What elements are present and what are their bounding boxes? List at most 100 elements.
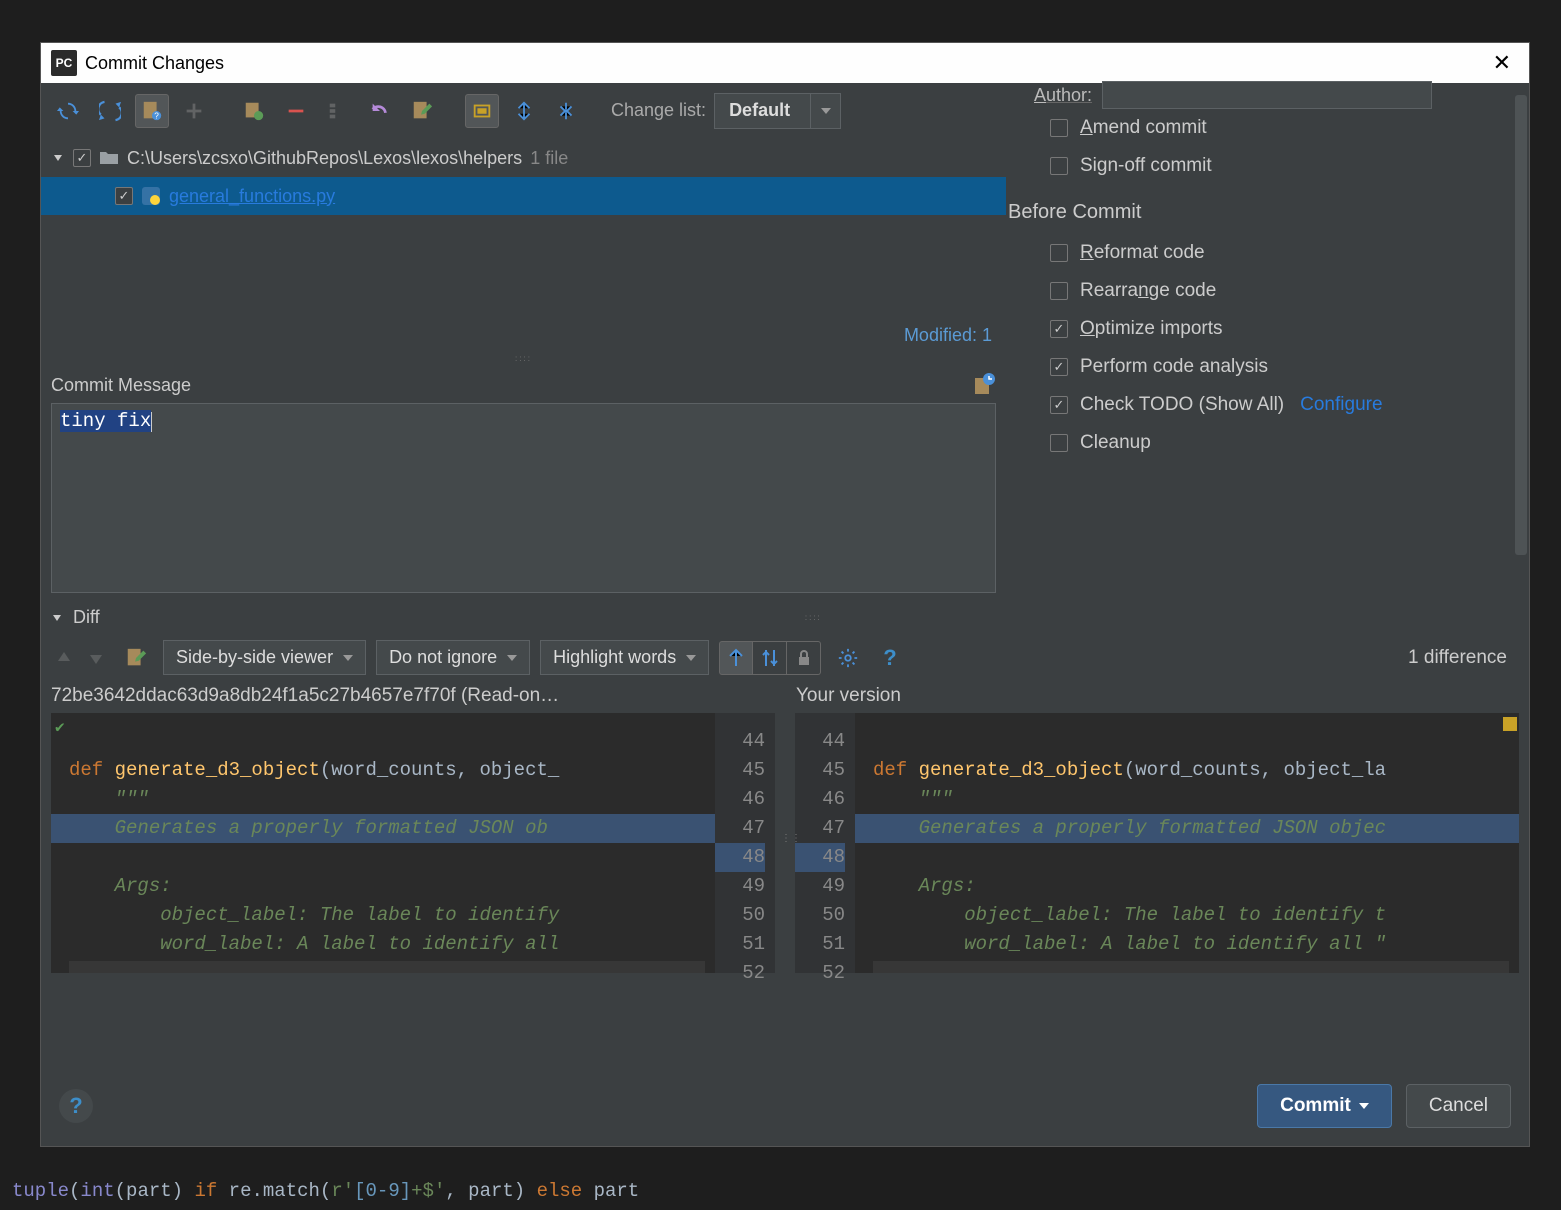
diff-left-pane[interactable]: def generate_d3_object(word_counts, obje… [51,713,715,973]
titlebar: PC Commit Changes ✕ [41,43,1529,83]
commit-button[interactable]: Commit [1257,1084,1392,1128]
file-name[interactable]: general_functions.py [169,186,335,207]
expand-all-icon[interactable] [465,94,499,128]
cleanup-label: Cleanup [1080,432,1151,454]
optimize-label: Optimize imports [1080,318,1223,340]
edit-source-icon[interactable] [405,94,439,128]
diff-gutter: ⋮⋮ [775,713,795,973]
diff-left-title: 72be3642ddac63d9a8db24f1a5c27b4657e7f70f… [51,685,746,707]
chevron-down-icon [343,655,353,661]
author-label: Author: [1034,85,1092,106]
author-input[interactable] [1102,81,1432,109]
optimize-checkbox[interactable] [1050,320,1068,338]
horizontal-scrollbar[interactable] [69,961,705,973]
help-button[interactable]: ? [59,1089,93,1123]
code-token: def [69,759,115,781]
rearrange-label: Rearrange code [1080,280,1216,302]
drag-gutter-icon[interactable]: ⋮⋮ [781,833,801,845]
change-list-value: Default [729,100,790,121]
reformat-checkbox[interactable] [1050,244,1068,262]
diff-icon[interactable]: ? [135,94,169,128]
code-token: Generates a properly formatted JSON ob [69,817,548,839]
pycharm-logo-icon: PC [51,50,77,76]
horizontal-scrollbar[interactable] [873,961,1509,973]
analyze-checkbox[interactable] [1050,358,1068,376]
line-numbers-right: 444546474849505152 [795,713,855,973]
resize-handle-icon[interactable]: :::: [41,352,1006,365]
add-icon [177,94,211,128]
background-editor [0,0,8,8]
code-token: """ [873,788,953,810]
prev-diff-icon[interactable] [51,645,77,671]
code-token: (word_counts, object_la [1124,759,1386,781]
code-token: Generates a properly formatted JSON obje… [873,817,1386,839]
commit-history-icon[interactable] [972,373,996,397]
close-icon[interactable]: ✕ [1485,46,1519,80]
commit-message-input[interactable]: tiny fix [51,403,996,593]
changelist-icon[interactable] [237,94,271,128]
revert-icon[interactable] [363,94,397,128]
chevron-down-icon [1359,1103,1369,1109]
sync-scroll-icon[interactable] [753,641,787,675]
analyze-label: Perform code analysis [1080,356,1268,378]
change-list-select[interactable]: Default [714,93,841,129]
signoff-label: Sign-off commit [1080,155,1212,177]
help-icon[interactable]: ? [875,645,904,671]
tree-file-row[interactable]: general_functions.py [41,177,1006,215]
remove-icon[interactable] [279,94,313,128]
chevron-down-icon[interactable] [810,94,840,128]
code-token: Args: [873,875,976,897]
file-tree: C:\Users\zcsxo\GithubRepos\Lexos\lexos\h… [41,139,1006,319]
root-file-count: 1 file [530,148,568,169]
modified-count: Modified: 1 [41,319,1006,352]
configure-link[interactable]: Configure [1300,394,1382,416]
amend-checkbox[interactable] [1050,119,1068,137]
code-token: def [873,759,919,781]
commit-dialog: PC Commit Changes ✕ ? Change list [40,42,1530,1147]
sync-icon[interactable] [93,94,127,128]
diff-edit-icon[interactable] [119,641,153,675]
code-token: word_label: A label to identify all " [873,933,1386,955]
diff-count: 1 difference [1408,647,1519,669]
viewer-mode-value: Side-by-side viewer [176,647,333,668]
dialog-title: Commit Changes [85,53,224,74]
change-list-label: Change list: [611,100,706,121]
background-code-line: tuple(int(part) if re.match(r'[0-9]+$', … [12,1180,639,1202]
highlight-select[interactable]: Highlight words [540,640,709,675]
root-path: C:\Users\zcsxo\GithubRepos\Lexos\lexos\h… [127,148,522,169]
code-token: generate_d3_object [919,759,1124,781]
right-scrollbar[interactable] [1515,95,1527,555]
diff-right-title: Your version [746,685,901,707]
viewer-mode-select[interactable]: Side-by-side viewer [163,640,366,675]
diff-resize-handle-icon[interactable]: :::: [108,613,1519,622]
commit-button-label: Commit [1280,1095,1351,1117]
cleanup-checkbox[interactable] [1050,434,1068,452]
gear-icon[interactable] [831,641,865,675]
collapse-icon[interactable] [507,94,541,128]
tree-root-row[interactable]: C:\Users\zcsxo\GithubRepos\Lexos\lexos\h… [41,139,1006,177]
lock-icon[interactable] [787,641,821,675]
rearrange-checkbox[interactable] [1050,282,1068,300]
root-checkbox[interactable] [73,149,91,167]
ignore-select[interactable]: Do not ignore [376,640,530,675]
tree-collapse-icon[interactable] [51,151,65,165]
highlight-value: Highlight words [553,647,676,668]
svg-text:?: ? [154,111,159,120]
warning-marker-icon[interactable] [1503,717,1517,731]
diff-right-pane[interactable]: def generate_d3_object(word_counts, obje… [855,713,1519,973]
todo-checkbox[interactable] [1050,396,1068,414]
signoff-checkbox[interactable] [1050,157,1068,175]
python-file-icon [141,187,161,205]
collapse-unchanged-icon[interactable] [719,641,753,675]
file-checkbox[interactable] [115,187,133,205]
chevron-down-icon [686,655,696,661]
expand-icon[interactable] [549,94,583,128]
refresh-icon[interactable] [51,94,85,128]
next-diff-icon[interactable] [83,645,109,671]
diff-collapse-icon[interactable] [51,611,65,625]
code-token: object_label: The label to identify t [873,904,1386,926]
ignore-value: Do not ignore [389,647,497,668]
cancel-button[interactable]: Cancel [1406,1084,1511,1128]
code-token: (word_counts, object_ [320,759,559,781]
folder-icon [99,149,119,167]
